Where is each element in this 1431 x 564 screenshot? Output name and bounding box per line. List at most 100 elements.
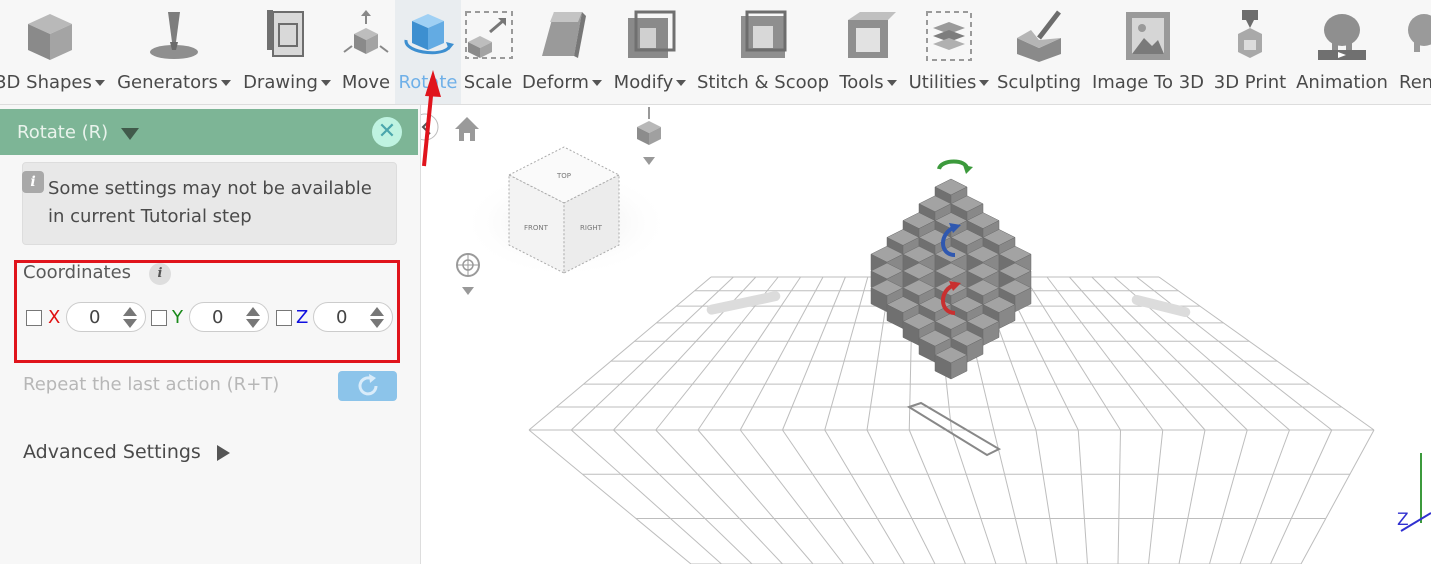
chevron-down-icon — [94, 80, 105, 86]
tool-label: Stitch & Scoop — [696, 72, 830, 93]
panel-header[interactable]: Rotate (R) ✕ — [0, 109, 418, 155]
axis-y-label: Y — [172, 307, 183, 328]
generator-spike-icon — [150, 12, 198, 59]
animation-elephant-icon — [1318, 14, 1366, 60]
axis-x-label: X — [48, 307, 61, 328]
tool-rotate[interactable]: Rotate — [395, 0, 461, 104]
tool-utilities[interactable]: Utilities — [904, 0, 994, 104]
axis-indicator: Z — [1397, 453, 1431, 532]
flat-object-outline[interactable] — [906, 401, 1002, 457]
tool-scale[interactable]: Scale — [460, 0, 516, 104]
tool-sculpting[interactable]: Sculpting — [994, 0, 1084, 104]
modify-icon — [628, 10, 676, 58]
axis-x-control: X 0 — [26, 302, 150, 334]
stitch-scoop-icon — [741, 10, 787, 58]
axis-x-value: 0 — [89, 307, 101, 328]
tool-label: Utilities — [908, 72, 977, 93]
rotate-cube-icon — [404, 14, 454, 55]
home-icon[interactable] — [455, 117, 479, 141]
3d-print-icon — [1238, 10, 1262, 58]
axis-z-stepper[interactable]: 0 — [313, 302, 393, 332]
axis-x-stepper[interactable]: 0 — [66, 302, 146, 332]
view-cube[interactable]: TOP FRONT RIGHT — [461, 146, 671, 278]
stepper-up-icon[interactable] — [123, 307, 137, 316]
tool-drawing[interactable]: Drawing — [238, 0, 336, 104]
render-icon — [1408, 14, 1431, 52]
view-cube-top-label[interactable]: TOP — [556, 172, 571, 180]
tool-label: Image To 3D — [1091, 72, 1205, 93]
help-icon[interactable]: i — [149, 263, 171, 285]
tool-label: Modify — [613, 72, 674, 93]
stepper-down-icon[interactable] — [246, 319, 260, 328]
repeat-last-action-label: Repeat the last action (R+T) — [23, 374, 280, 395]
image-to-3d-icon — [1126, 12, 1170, 60]
chevron-down-icon — [591, 80, 602, 86]
tool-image-to-3d[interactable]: Image To 3D — [1086, 0, 1210, 104]
axis-z-label: Z — [296, 307, 309, 328]
tool-deform[interactable]: Deform — [517, 0, 607, 104]
axis-y-stepper[interactable]: 0 — [189, 302, 269, 332]
tutorial-info-box: i Some settings may not be available in … — [22, 162, 397, 245]
tool-generators[interactable]: Generators — [112, 0, 236, 104]
tool-label: Sculpting — [996, 72, 1082, 93]
refresh-icon — [358, 374, 378, 396]
stepper-up-icon[interactable] — [246, 307, 260, 316]
axis-z-indicator-label: Z — [1397, 510, 1409, 530]
view-cube-front-label[interactable]: FRONT — [524, 224, 549, 232]
info-icon: i — [22, 171, 44, 193]
tool-stitch-scoop[interactable]: Stitch & Scoop — [693, 0, 833, 104]
coordinates-label: Coordinates — [23, 262, 132, 283]
tool-label: 3D Print — [1213, 72, 1287, 93]
tools-icon — [848, 12, 896, 58]
tool-label: Drawing — [243, 72, 318, 93]
stepper-down-icon[interactable] — [123, 319, 137, 328]
3d-viewport[interactable]: TOP FRONT RIGHT Z — [421, 105, 1431, 564]
chevron-down-icon — [220, 80, 231, 86]
tool-move[interactable]: Move — [338, 0, 394, 104]
close-icon[interactable]: ✕ — [372, 117, 402, 147]
advanced-settings-toggle[interactable]: Advanced Settings — [23, 441, 201, 463]
chevron-down-icon — [676, 80, 687, 86]
tool-3d-shapes[interactable]: 3D Shapes — [0, 0, 110, 104]
repeat-button[interactable] — [338, 371, 397, 401]
scene-canvas: TOP FRONT RIGHT Z — [421, 107, 1431, 564]
info-text: Some settings may not be available in cu… — [48, 178, 372, 227]
tool-label: Rotate — [398, 72, 458, 93]
tool-render[interactable]: Ren — [1394, 0, 1431, 104]
tool-modify[interactable]: Modify — [607, 0, 693, 104]
axis-z-checkbox[interactable] — [276, 310, 292, 326]
tool-3d-print[interactable]: 3D Print — [1210, 0, 1290, 104]
voxel-model[interactable] — [870, 178, 1032, 380]
chevron-down-icon — [886, 80, 897, 86]
tool-label: Tools — [839, 72, 884, 93]
cube-icon — [28, 14, 72, 60]
tool-animation[interactable]: Animation — [1290, 0, 1394, 104]
stepper-up-icon[interactable] — [370, 307, 384, 316]
utilities-icon — [926, 11, 972, 61]
axis-x-checkbox[interactable] — [26, 310, 42, 326]
chevron-down-icon — [979, 80, 990, 86]
chevron-right-icon[interactable] — [217, 445, 230, 461]
panel-title: Rotate (R) — [17, 122, 109, 143]
axis-y-checkbox[interactable] — [151, 310, 167, 326]
rotate-panel: Rotate (R) ✕ i Some settings may not be … — [0, 105, 421, 564]
main-toolbar: 3D Shapes Generators Drawing Move Rotate… — [0, 0, 1431, 105]
collapse-panel-handle[interactable] — [421, 113, 439, 141]
tool-label: Ren — [1399, 72, 1431, 93]
drawing-pen-icon — [267, 10, 304, 57]
sculpting-icon — [1017, 10, 1061, 62]
tool-label: Animation — [1296, 72, 1388, 93]
zoom-target-icon[interactable] — [456, 253, 480, 295]
tool-tools[interactable]: Tools — [834, 0, 902, 104]
tool-label: Move — [341, 72, 391, 93]
stepper-down-icon[interactable] — [370, 319, 384, 328]
axis-z-value: 0 — [336, 307, 348, 328]
camera-view-icon[interactable] — [637, 107, 661, 165]
view-cube-right-label[interactable]: RIGHT — [580, 224, 603, 232]
chevron-down-icon[interactable] — [121, 128, 139, 140]
axis-y-value: 0 — [212, 307, 224, 328]
scale-icon — [465, 11, 513, 59]
axis-y-control: Y 0 — [151, 302, 275, 334]
chevron-down-icon — [320, 80, 331, 86]
axis-z-control: Z 0 — [276, 302, 400, 334]
